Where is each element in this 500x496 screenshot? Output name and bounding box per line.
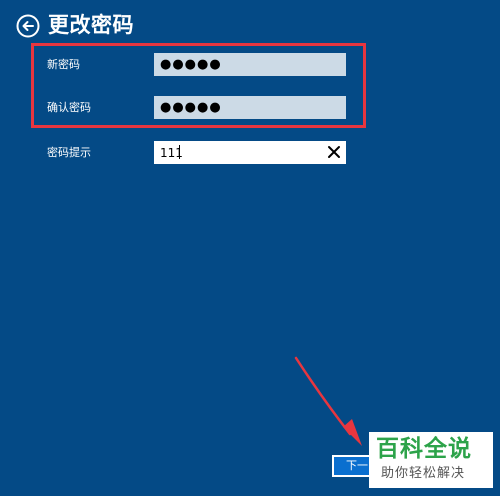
change-password-page: 更改密码 新密码 确认密码 密码提示 下一 百科全说 助你轻松解决 [0,0,500,496]
watermark-title: 百科全说 [376,436,472,462]
back-arrow-circle-icon [16,14,40,38]
close-icon [328,146,340,158]
password-hint-field[interactable] [154,141,346,164]
password-hint-label: 密码提示 [47,146,91,159]
clear-hint-button[interactable] [324,142,344,162]
new-password-field[interactable] [154,53,346,76]
watermark-subtitle: 助你轻松解决 [381,466,466,481]
new-password-label: 新密码 [47,58,80,71]
confirm-password-field[interactable] [154,96,346,119]
text-caret [179,145,180,159]
next-button[interactable]: 下一 [332,455,372,477]
confirm-password-label: 确认密码 [47,101,91,114]
page-title: 更改密码 [48,13,134,37]
back-button[interactable] [16,14,40,38]
watermark-logo: 百科全说 助你轻松解决 [369,432,493,488]
